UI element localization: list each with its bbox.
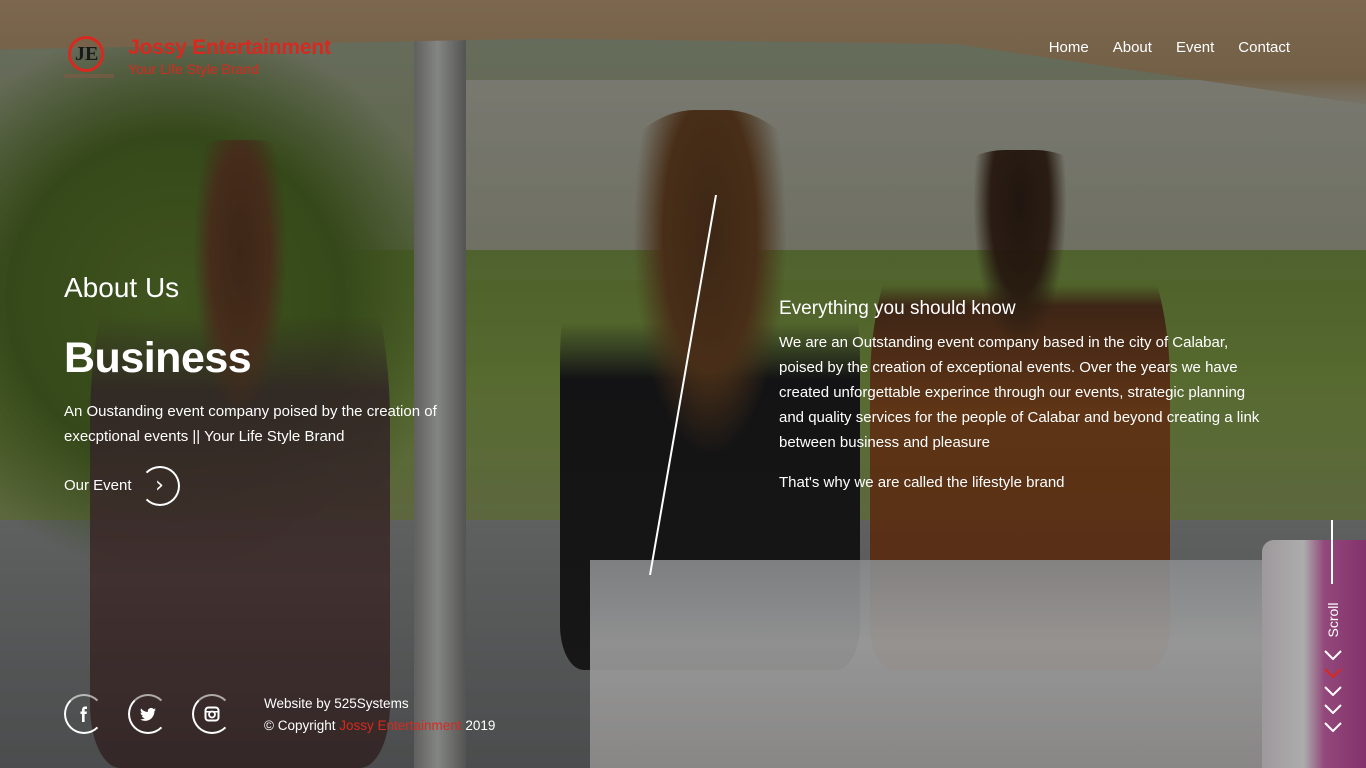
social-links: [64, 694, 232, 734]
our-event-button[interactable]: Our Event ›: [64, 466, 180, 506]
brand-tagline: Your Life Style Brand: [128, 61, 260, 77]
chevron-down-icon: [1324, 668, 1342, 678]
chevron-down-icon: [1324, 686, 1342, 696]
scroll-label: Scroll: [1325, 602, 1341, 638]
brand[interactable]: JE Jossy Entertainment Your Life Style B…: [64, 34, 331, 80]
nav-event[interactable]: Event: [1176, 38, 1214, 58]
copyright-brand-link[interactable]: Jossy Entertainment: [339, 718, 461, 733]
about-closing: That's why we are called the lifestyle b…: [779, 474, 1065, 491]
footer-credits: Website by 525Systems © Copyright Jossy …: [264, 693, 495, 737]
about-panel: Everything you should know We are an Out…: [779, 296, 1269, 495]
hero-intro: An Oustanding event company poised by th…: [64, 403, 437, 445]
scroll-line: [1331, 520, 1333, 584]
main-nav: Home About Event Contact: [1049, 38, 1290, 58]
copyright-year: 2019: [465, 718, 496, 733]
website-by: Website by 525Systems: [264, 696, 409, 711]
twitter-icon[interactable]: [128, 694, 168, 734]
chevron-down-icon: [1324, 704, 1342, 714]
nav-contact[interactable]: Contact: [1238, 38, 1290, 58]
section-label: About Us: [64, 272, 180, 303]
instagram-icon[interactable]: [192, 694, 232, 734]
about-subtitle: Everything you should know: [779, 298, 1016, 319]
chevron-down-icon: [1324, 722, 1342, 732]
brand-text: Jossy Entertainment Your Life Style Bran…: [128, 36, 331, 78]
hero-heading: Business: [64, 334, 252, 382]
chevron-right-icon: ›: [139, 466, 180, 506]
copyright-prefix: © Copyright: [264, 718, 336, 733]
facebook-icon[interactable]: [64, 694, 104, 734]
copyright-line: © Copyright Jossy Entertainment 2019: [264, 715, 495, 737]
nav-about[interactable]: About: [1113, 38, 1152, 58]
our-event-label: Our Event: [64, 477, 132, 494]
diagonal-divider: [649, 195, 717, 575]
chevron-down-icon: [1324, 650, 1342, 660]
brand-logo: JE: [64, 34, 114, 80]
scroll-indicator[interactable]: Scroll: [1318, 520, 1348, 760]
brand-name: Jossy Entertainment: [128, 36, 331, 59]
nav-home[interactable]: Home: [1049, 38, 1089, 58]
about-body: We are an Outstanding event company base…: [779, 334, 1260, 451]
